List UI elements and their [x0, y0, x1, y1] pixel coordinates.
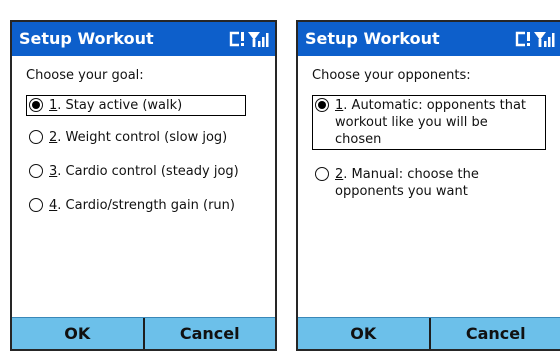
opponent-option-1[interactable]: 1. Automatic: opponents that workout lik… [312, 95, 546, 150]
softkey-bar: OK Cancel [298, 317, 560, 349]
title-bar: Setup Workout [12, 22, 275, 56]
goal-option-2[interactable]: 2. Weight control (slow jog) [29, 129, 249, 146]
goal-option-3[interactable]: 3. Cardio control (steady jog) [29, 163, 249, 180]
radio-button-selected[interactable] [29, 98, 43, 112]
opponent-option-2[interactable]: 2. Manual: choose the opponents you want [315, 166, 515, 200]
radio-button-selected[interactable] [315, 98, 329, 112]
radio-button[interactable] [29, 164, 43, 178]
options-panel: Choose your goal: 1. Stay active (walk) … [12, 56, 275, 318]
screen-title: Setup Workout [19, 29, 154, 48]
prompt-label: Choose your goal: [26, 68, 144, 83]
radio-button[interactable] [29, 130, 43, 144]
opponents-screen: Setup Workout Choose your opponents: 1. … [296, 20, 560, 351]
option-label: . Weight control (slow jog) [57, 130, 228, 145]
option-label: . Cardio/strength gain (run) [57, 198, 235, 213]
goal-screen: Setup Workout Choose your goal: 1. Stay … [10, 20, 277, 351]
cancel-softkey[interactable]: Cancel [428, 318, 560, 349]
status-icons [229, 31, 269, 47]
goal-option-1[interactable]: 1. Stay active (walk) [26, 95, 246, 116]
option-label: . Manual: choose the opponents you want [335, 167, 479, 199]
goal-option-4[interactable]: 4. Cardio/strength gain (run) [29, 197, 249, 214]
signal-strength-icon [534, 32, 555, 47]
options-panel: Choose your opponents: 1. Automatic: opp… [298, 56, 560, 318]
softkey-bar: OK Cancel [12, 317, 275, 349]
title-bar: Setup Workout [298, 22, 560, 56]
signal-strength-icon [248, 32, 269, 47]
radio-button[interactable] [29, 198, 43, 212]
option-label: . Stay active (walk) [57, 98, 183, 113]
connectivity-alert-icon [515, 31, 530, 47]
connectivity-alert-icon [229, 31, 244, 47]
prompt-label: Choose your opponents: [312, 68, 471, 83]
ok-softkey[interactable]: OK [12, 318, 143, 349]
option-label: . Automatic: opponents that workout like… [335, 98, 527, 147]
radio-button[interactable] [315, 167, 329, 181]
status-icons [515, 31, 555, 47]
ok-softkey[interactable]: OK [298, 318, 429, 349]
option-label: . Cardio control (steady jog) [57, 164, 239, 179]
screen-title: Setup Workout [305, 29, 440, 48]
cancel-softkey[interactable]: Cancel [142, 318, 276, 349]
